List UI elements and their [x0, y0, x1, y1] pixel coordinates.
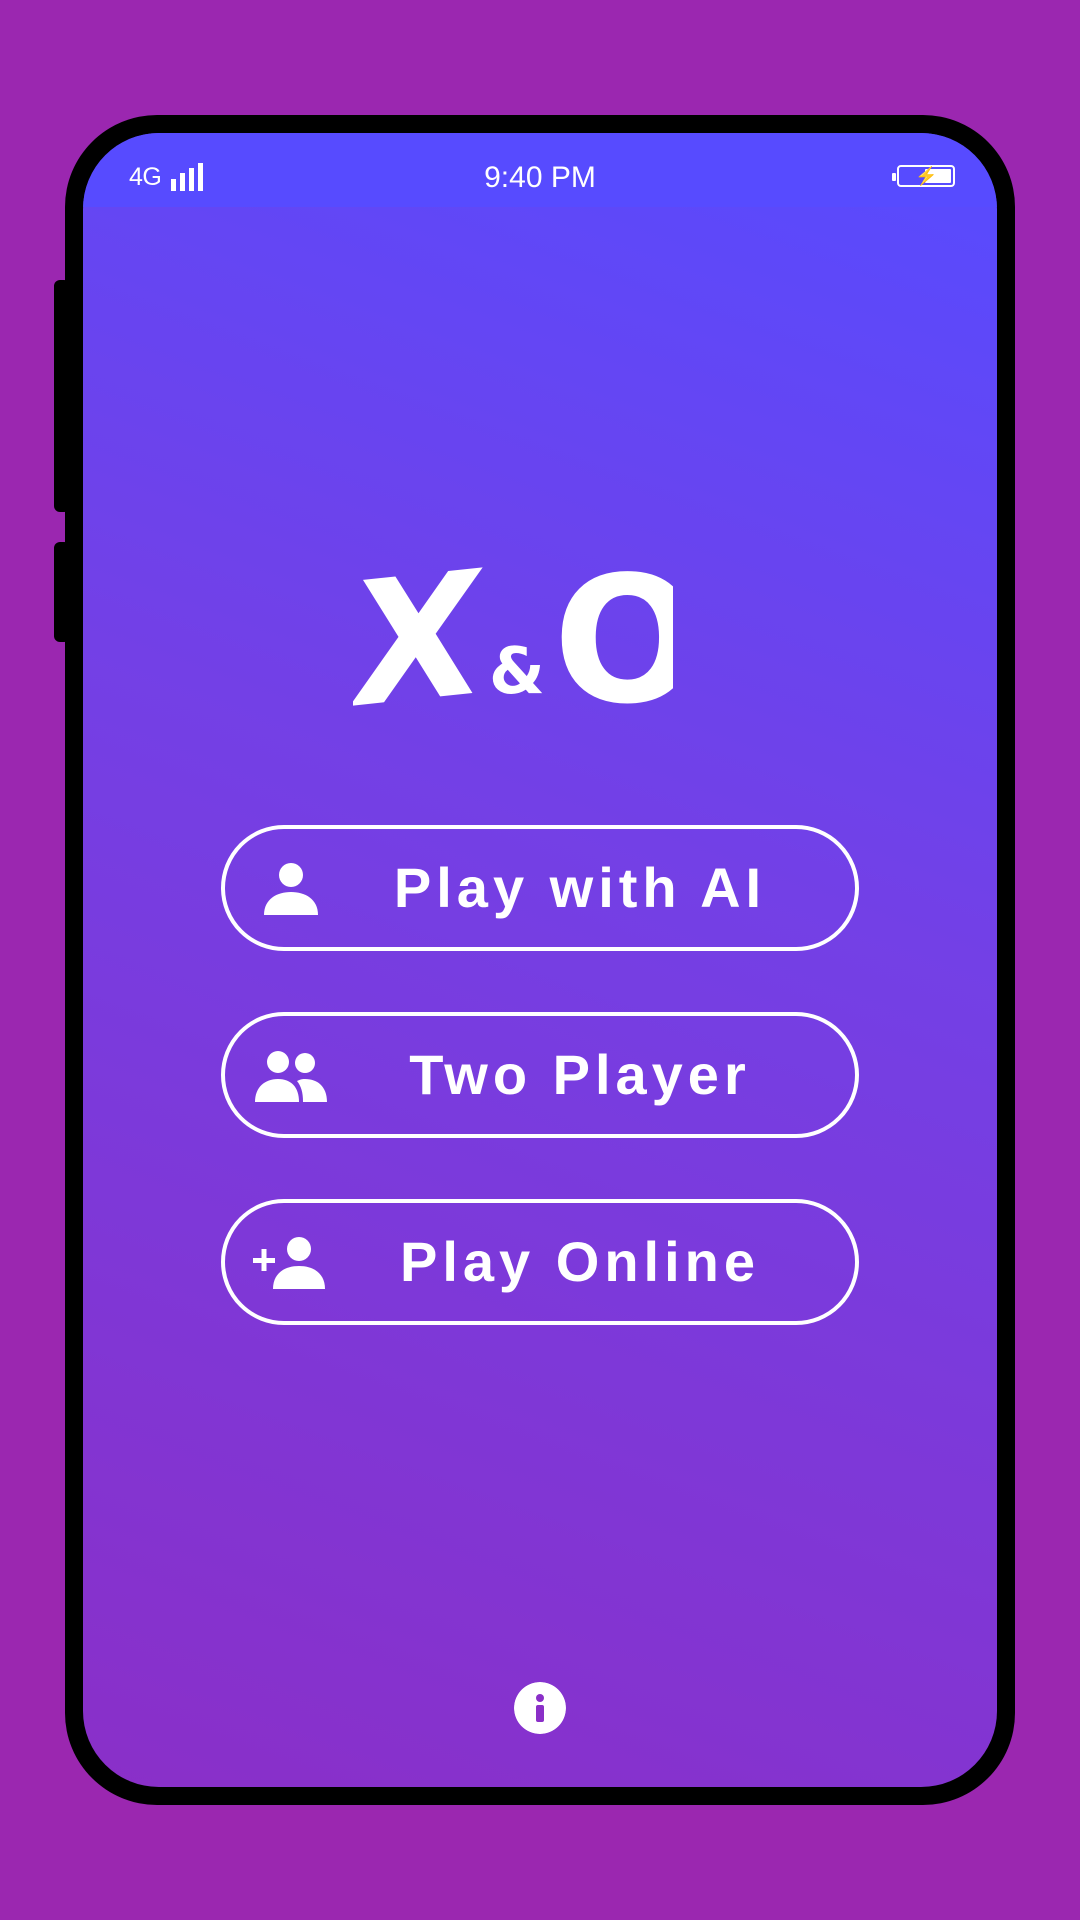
status-bar: 4G 9:40 PM ⚡	[83, 133, 997, 207]
phone-frame: 4G 9:40 PM ⚡ X & O Play with AI Two Play…	[65, 115, 1015, 1805]
app-screen: 4G 9:40 PM ⚡ X & O Play with AI Two Play…	[83, 133, 997, 1787]
person-icon	[264, 863, 318, 915]
logo-ampersand: &	[489, 635, 545, 709]
two-player-button[interactable]: Two Player	[221, 1012, 859, 1138]
battery-charging-icon: ⚡	[892, 165, 955, 187]
person-add-icon	[253, 1237, 325, 1289]
app-logo: X & O	[353, 541, 673, 721]
logo-o: O	[553, 541, 673, 721]
info-icon[interactable]	[514, 1682, 566, 1734]
logo-x: X	[353, 541, 501, 721]
group-icon	[255, 1051, 327, 1102]
two-player-label: Two Player	[409, 1043, 751, 1106]
play-with-ai-label: Play with AI	[393, 856, 767, 919]
play-online-label: Play Online	[400, 1230, 760, 1293]
play-with-ai-button[interactable]: Play with AI	[221, 825, 859, 951]
play-online-button[interactable]: Play Online	[221, 1199, 859, 1325]
status-time: 9:40 PM	[484, 161, 596, 194]
